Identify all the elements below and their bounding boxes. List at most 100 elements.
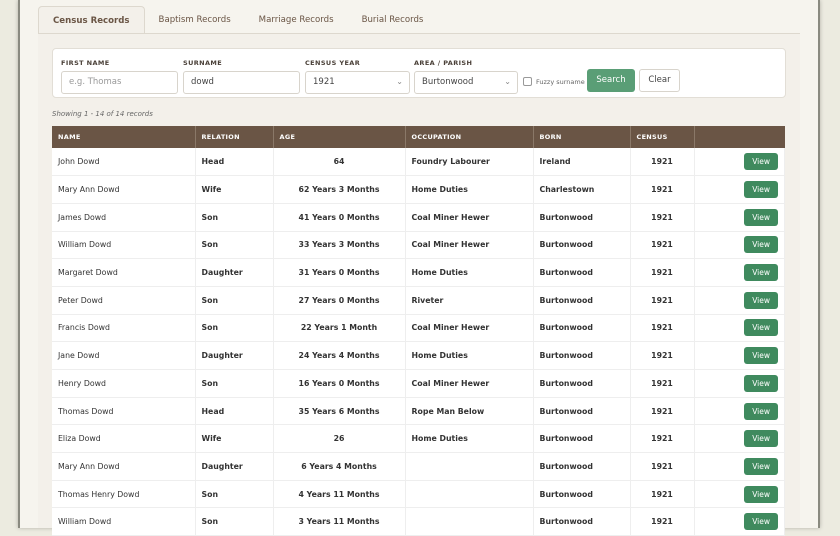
area-select[interactable]: Burtonwood ⌄ xyxy=(414,71,518,94)
census-year-value: 1921 xyxy=(313,77,335,87)
cell-relation: Daughter xyxy=(195,452,274,481)
fuzzy-surname-toggle[interactable]: Fuzzy surname xyxy=(523,77,585,86)
view-button[interactable]: View xyxy=(744,181,778,199)
cell-born: Burtonwood xyxy=(533,258,631,287)
cell-born: Burtonwood xyxy=(533,397,631,426)
col-name: NAME xyxy=(52,126,196,148)
census-year-group: CENSUS YEAR 1921 ⌄ xyxy=(305,59,410,94)
cell-occupation: Coal Miner Hewer xyxy=(405,231,534,260)
cell-occupation: Home Duties xyxy=(405,175,534,204)
view-button[interactable]: View xyxy=(744,430,778,448)
cell-name: William Dowd xyxy=(52,231,196,260)
tab-baptism[interactable]: Baptism Records xyxy=(145,6,245,34)
table-row: Peter Dowd Son 27 Years 0 Months Riveter Bur… xyxy=(52,286,785,315)
cell-census: 1921 xyxy=(630,148,695,177)
surname-group: SURNAME dowd xyxy=(183,59,300,94)
cell-census: 1921 xyxy=(630,203,695,232)
cell-age: 24 Years 4 Months xyxy=(273,341,406,370)
cell-census: 1921 xyxy=(630,369,695,398)
cell-age: 4 Years 11 Months xyxy=(273,480,406,509)
cell-relation: Son xyxy=(195,507,274,536)
view-button[interactable]: View xyxy=(744,485,778,503)
cell-occupation: Rope Man Below xyxy=(405,397,534,426)
cell-name: Mary Ann Dowd xyxy=(52,175,196,204)
view-button[interactable]: View xyxy=(744,208,778,226)
table-row: Francis Dowd Son 22 Years 1 Month Coal Mine… xyxy=(52,314,785,343)
view-button[interactable]: View xyxy=(744,236,778,254)
table-row: Margaret Dowd Daughter 31 Years 0 Months Ho… xyxy=(52,258,785,287)
census-panel: FIRST NAME e.g. Thomas SURNAME dowd CENS… xyxy=(38,33,800,536)
cell-age: 16 Years 0 Months xyxy=(273,369,406,398)
cell-action: View xyxy=(694,203,785,232)
tab-burial[interactable]: Burial Records xyxy=(348,6,438,34)
view-button[interactable]: View xyxy=(744,291,778,309)
cell-age: 35 Years 6 Months xyxy=(273,397,406,426)
view-button[interactable]: View xyxy=(744,264,778,282)
cell-action: View xyxy=(694,397,785,426)
cell-census: 1921 xyxy=(630,175,695,204)
cell-born: Burtonwood xyxy=(533,231,631,260)
cell-relation: Son xyxy=(195,480,274,509)
cell-census: 1921 xyxy=(630,314,695,343)
cell-age: 26 xyxy=(273,424,406,454)
view-button[interactable]: View xyxy=(744,402,778,420)
col-occupation: OCCUPATION xyxy=(405,126,534,148)
fuzzy-checkbox[interactable] xyxy=(523,77,532,86)
cell-census: 1921 xyxy=(630,258,695,287)
cell-occupation: Foundry Labourer xyxy=(405,148,534,177)
cell-born: Burtonwood xyxy=(533,369,631,398)
cell-born: Burtonwood xyxy=(533,424,631,454)
cell-name: Francis Dowd xyxy=(52,314,196,343)
surname-input[interactable]: dowd xyxy=(183,71,300,94)
cell-age: 41 Years 0 Months xyxy=(273,203,406,232)
cell-age: 31 Years 0 Months xyxy=(273,258,406,287)
census-table: NAME RELATION AGE OCCUPATION BORN CENSUS… xyxy=(52,126,785,536)
cell-age: 3 Years 11 Months xyxy=(273,507,406,536)
cell-census: 1921 xyxy=(630,480,695,509)
cell-born: Burtonwood xyxy=(533,480,631,509)
record-tabs: Census Records Baptism Records Marriage … xyxy=(38,6,437,34)
cell-name: Eliza Dowd xyxy=(52,424,196,454)
cell-name: Peter Dowd xyxy=(52,286,196,315)
cell-action: View xyxy=(694,424,785,454)
table-row: James Dowd Son 41 Years 0 Months Coal Miner… xyxy=(52,203,785,232)
cell-relation: Head xyxy=(195,148,274,177)
col-relation: RELATION xyxy=(195,126,274,148)
view-button[interactable]: View xyxy=(744,457,778,475)
cell-census: 1921 xyxy=(630,341,695,370)
col-action xyxy=(694,126,785,148)
cell-age: 6 Years 4 Months xyxy=(273,452,406,481)
table-header: NAME RELATION AGE OCCUPATION BORN CENSUS xyxy=(52,126,785,148)
tab-census[interactable]: Census Records xyxy=(38,6,145,34)
cell-action: View xyxy=(694,341,785,370)
view-button[interactable]: View xyxy=(744,374,778,392)
view-button[interactable]: View xyxy=(744,347,778,365)
cell-action: View xyxy=(694,369,785,398)
table-row: Mary Ann Dowd Daughter 6 Years 4 Months Bur… xyxy=(52,452,785,481)
cell-action: View xyxy=(694,286,785,315)
view-button[interactable]: View xyxy=(744,153,778,171)
col-census: CENSUS xyxy=(630,126,695,148)
table-row: Eliza Dowd Wife 26 Home Duties Burtonwood 192… xyxy=(52,424,785,454)
tab-marriage[interactable]: Marriage Records xyxy=(245,6,348,34)
cell-occupation: Home Duties xyxy=(405,424,534,454)
cell-born: Charlestown xyxy=(533,175,631,204)
view-button[interactable]: View xyxy=(744,319,778,337)
cell-relation: Son xyxy=(195,231,274,260)
cell-age: 33 Years 3 Months xyxy=(273,231,406,260)
cell-occupation xyxy=(405,507,534,536)
fuzzy-label: Fuzzy surname xyxy=(536,77,585,86)
first-name-input[interactable]: e.g. Thomas xyxy=(61,71,178,94)
cell-relation: Son xyxy=(195,286,274,315)
cell-occupation xyxy=(405,452,534,481)
search-button[interactable]: Search xyxy=(587,69,635,92)
census-year-select[interactable]: 1921 ⌄ xyxy=(305,71,410,94)
table-row: Mary Ann Dowd Wife 62 Years 3 Months Home D… xyxy=(52,175,785,204)
table-row: Thomas Henry Dowd Son 4 Years 11 Months Bur… xyxy=(52,480,785,509)
cell-born: Burtonwood xyxy=(533,452,631,481)
cell-action: View xyxy=(694,148,785,177)
census-year-label: CENSUS YEAR xyxy=(305,59,361,67)
cell-occupation: Home Duties xyxy=(405,258,534,287)
clear-button[interactable]: Clear xyxy=(639,69,680,92)
cell-age: 62 Years 3 Months xyxy=(273,175,406,204)
